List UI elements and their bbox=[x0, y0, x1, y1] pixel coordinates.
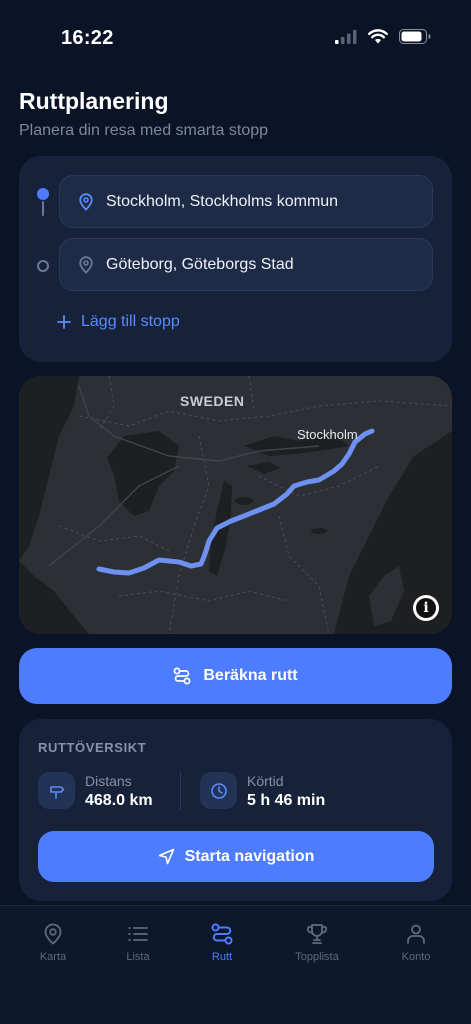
status-time: 16:22 bbox=[61, 27, 114, 49]
route-overview-card: RUTTÖVERSIKT Distans 468.0 km Körtid 5 h… bbox=[19, 719, 452, 901]
signal-icon bbox=[335, 29, 357, 44]
page-title: Ruttplanering bbox=[19, 88, 169, 114]
tab-label: Konto bbox=[401, 951, 431, 963]
calculate-route-label: Beräkna rutt bbox=[203, 667, 298, 684]
distance-value: 468.0 km bbox=[85, 792, 153, 809]
start-dot-icon bbox=[37, 188, 49, 200]
route-icon bbox=[173, 667, 191, 685]
list-icon bbox=[128, 926, 148, 942]
tab-rutt[interactable]: Rutt bbox=[182, 922, 262, 963]
add-stop-label: Lägg till stopp bbox=[81, 313, 180, 330]
tab-topplista[interactable]: Topplista bbox=[277, 922, 357, 963]
route-icon bbox=[211, 923, 233, 945]
map-canvas bbox=[19, 376, 452, 634]
bottom-tab-bar: Karta Lista Rutt Topplista Konto bbox=[0, 905, 471, 1024]
status-icons bbox=[335, 29, 431, 44]
drive-time-label: Körtid bbox=[247, 773, 284, 789]
location-pin-icon bbox=[79, 255, 93, 274]
tab-lista[interactable]: Lista bbox=[98, 922, 178, 963]
user-icon bbox=[407, 924, 425, 944]
info-icon: i bbox=[416, 598, 436, 618]
tab-label: Rutt bbox=[211, 951, 233, 963]
status-bar: 16:22 bbox=[0, 0, 471, 76]
add-stop-button[interactable]: Lägg till stopp bbox=[57, 313, 180, 331]
location-pin-icon bbox=[79, 192, 93, 211]
start-location-field[interactable]: Stockholm, Stockholms kommun bbox=[59, 175, 433, 228]
navigation-arrow-icon bbox=[158, 848, 174, 865]
clock-icon bbox=[200, 772, 237, 809]
map-country-label: SWEDEN bbox=[180, 393, 245, 409]
stat-divider bbox=[180, 772, 181, 810]
route-card: Stockholm, Stockholms kommun Göteborg, G… bbox=[19, 156, 452, 362]
destination-field[interactable]: Göteborg, Göteborgs Stad bbox=[59, 238, 433, 291]
tab-konto[interactable]: Konto bbox=[376, 922, 456, 963]
distance-label: Distans bbox=[85, 773, 132, 789]
plus-icon bbox=[57, 315, 71, 329]
wifi-icon bbox=[368, 29, 388, 44]
route-connector-line bbox=[42, 201, 44, 216]
page-subtitle: Planera din resa med smarta stopp bbox=[19, 122, 269, 139]
battery-icon bbox=[399, 29, 431, 44]
drive-time-value: 5 h 46 min bbox=[247, 792, 326, 809]
map-city-label: Stockholm bbox=[297, 427, 358, 442]
tab-label: Topplista bbox=[295, 951, 339, 963]
trophy-icon bbox=[306, 924, 328, 944]
tab-label: Lista bbox=[126, 951, 150, 963]
start-navigation-button[interactable]: Starta navigation bbox=[38, 831, 434, 882]
end-dot-icon bbox=[37, 260, 49, 272]
destination-text: Göteborg, Göteborgs Stad bbox=[106, 255, 294, 273]
start-location-text: Stockholm, Stockholms kommun bbox=[106, 192, 339, 210]
signpost-icon bbox=[38, 772, 75, 809]
map-pin-icon bbox=[44, 923, 62, 945]
tab-karta[interactable]: Karta bbox=[13, 922, 93, 963]
tab-label: Karta bbox=[39, 951, 67, 963]
route-map[interactable]: SWEDEN Stockholm i bbox=[19, 376, 452, 634]
start-navigation-label: Starta navigation bbox=[184, 847, 315, 865]
map-info-button[interactable]: i bbox=[413, 595, 439, 621]
route-overview-heading: RUTTÖVERSIKT bbox=[38, 740, 147, 755]
calculate-route-button[interactable]: Beräkna rutt bbox=[19, 648, 452, 704]
